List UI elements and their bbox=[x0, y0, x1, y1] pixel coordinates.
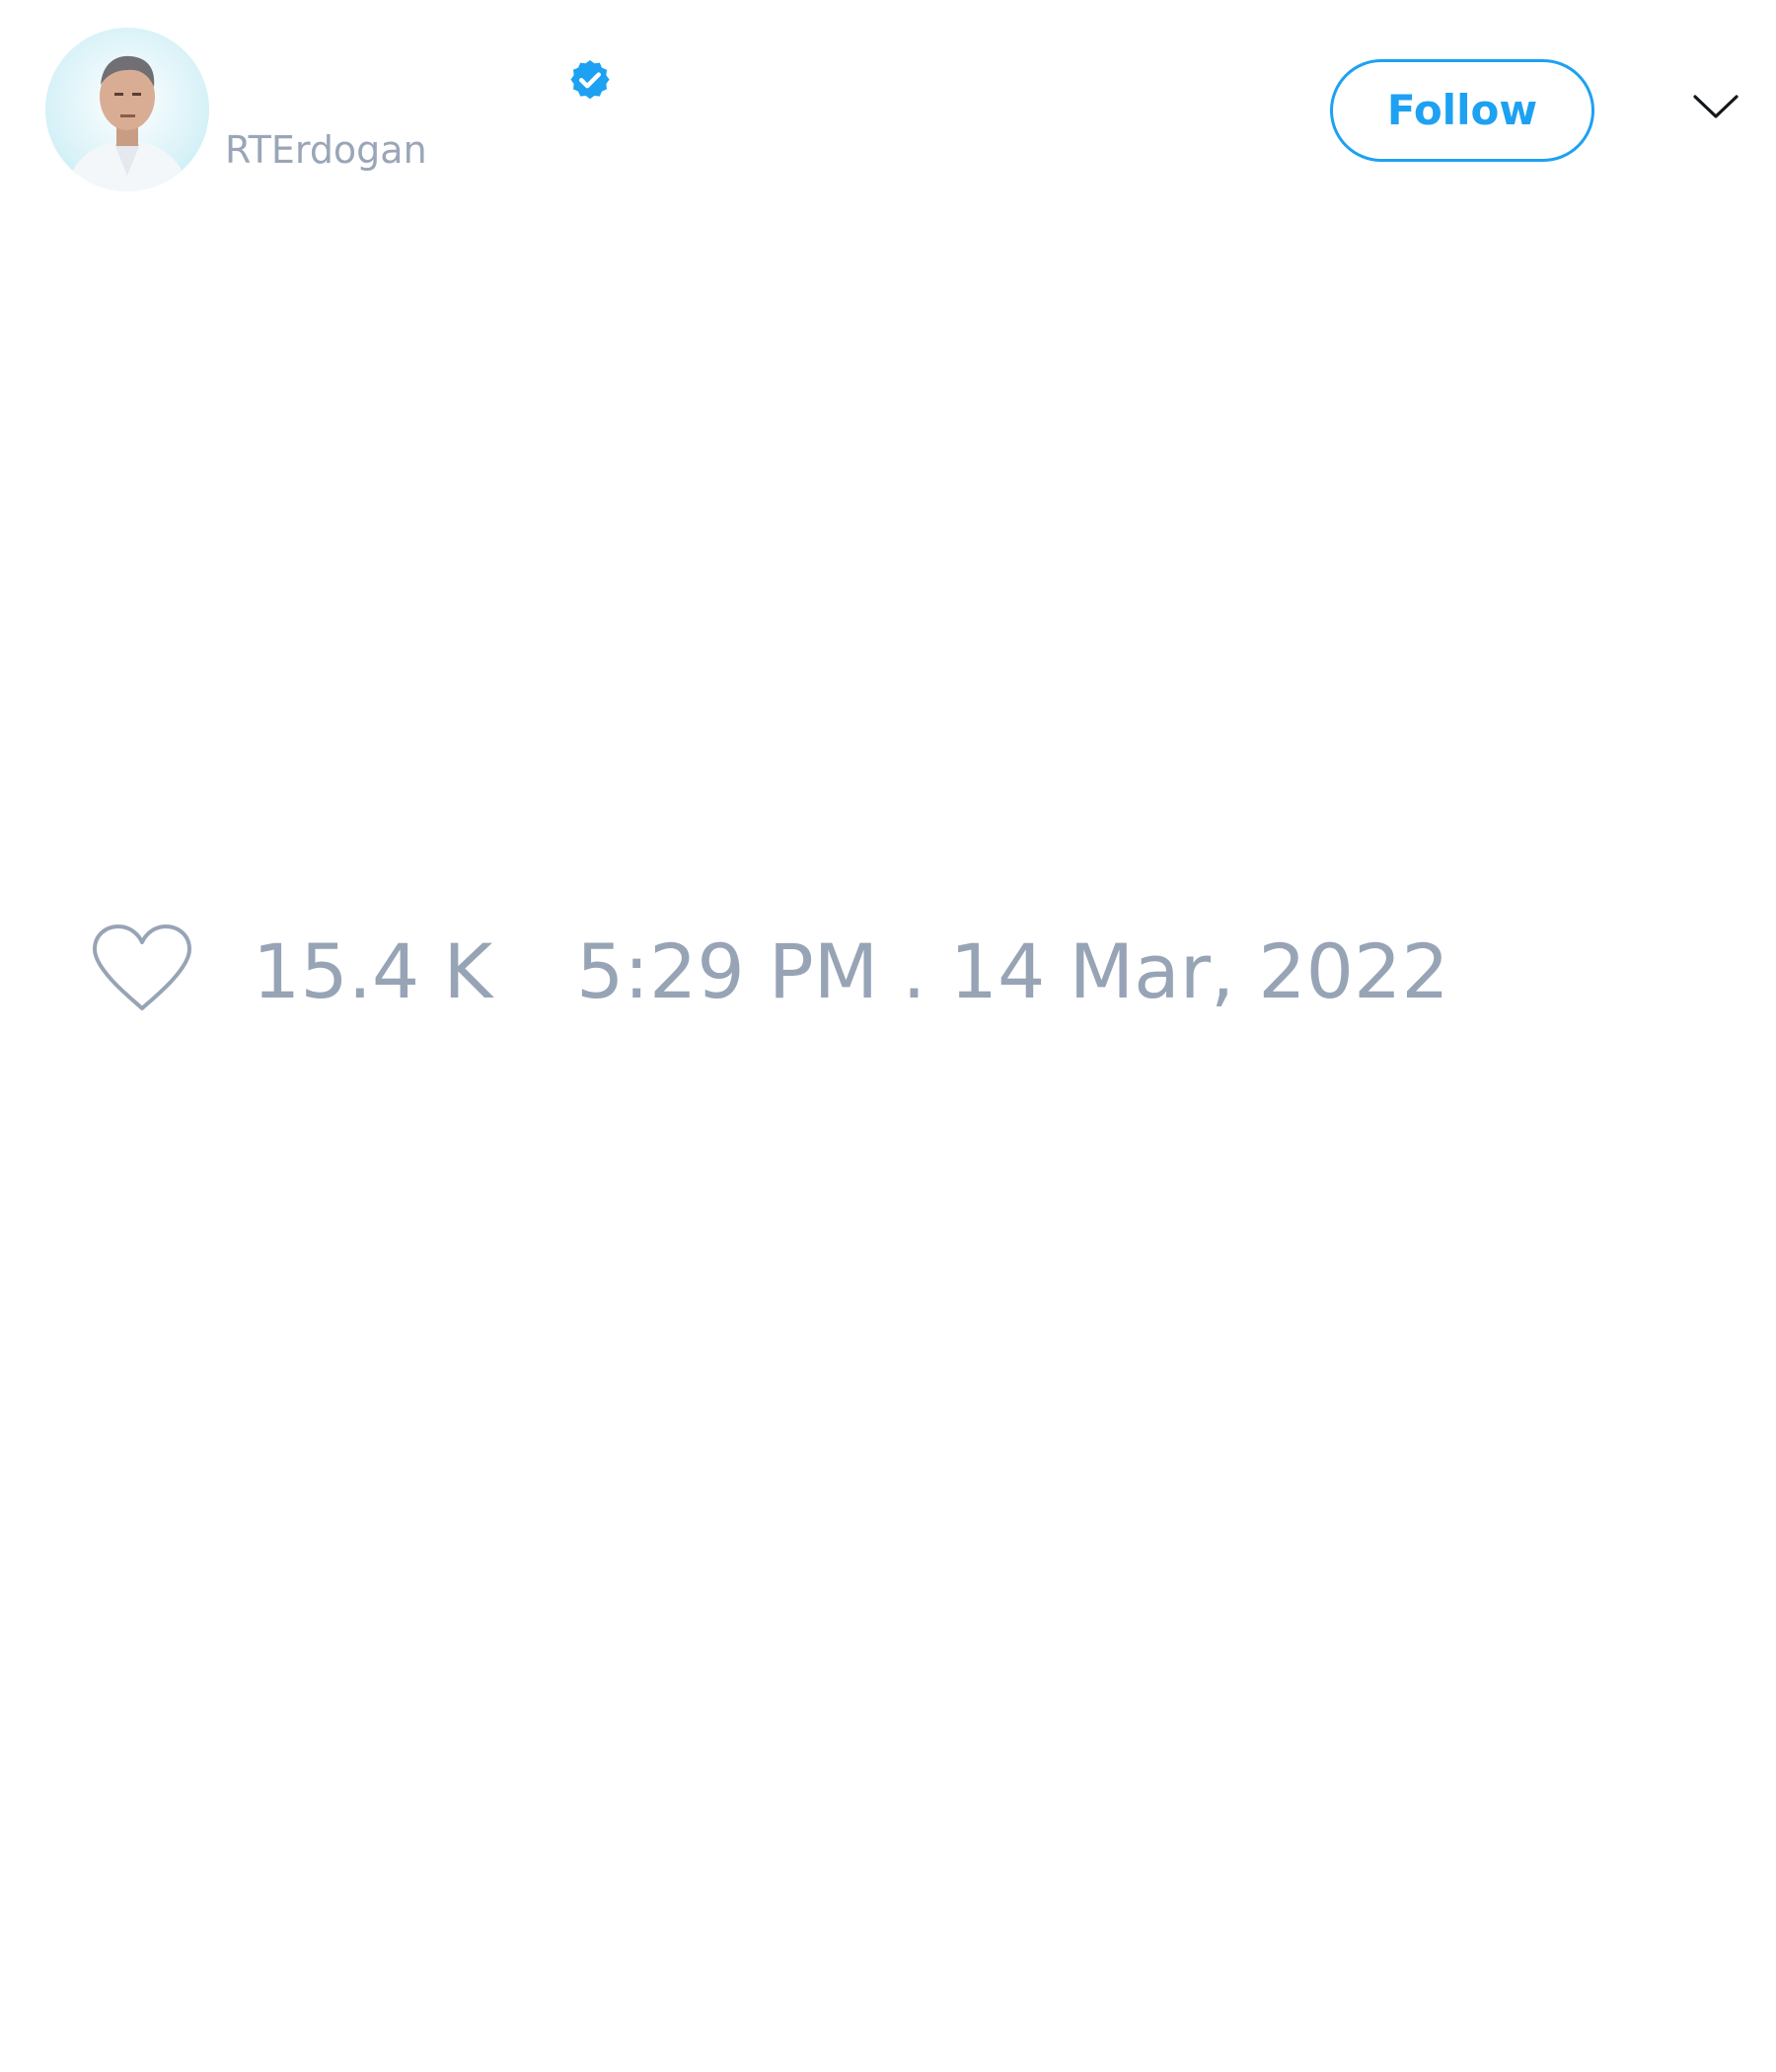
user-handle[interactable]: RTErdogan bbox=[225, 128, 427, 172]
like-count: 15.4 K bbox=[253, 927, 493, 1015]
follow-button[interactable]: Follow bbox=[1330, 59, 1594, 162]
tweet-text bbox=[59, 237, 1717, 868]
chevron-down-icon[interactable] bbox=[1691, 89, 1740, 124]
avatar[interactable] bbox=[45, 28, 209, 191]
tweet-meta: 15.4 K 5:29 PM . 14 Mar, 2022 bbox=[0, 908, 1776, 1026]
tweet-timestamp[interactable]: 5:29 PM . 14 Mar, 2022 bbox=[576, 927, 1449, 1016]
verified-badge-icon bbox=[570, 60, 610, 100]
tweet-header: RTErdogan Follow bbox=[0, 0, 1776, 227]
avatar-photo bbox=[45, 28, 209, 191]
heart-icon[interactable] bbox=[89, 922, 195, 1016]
